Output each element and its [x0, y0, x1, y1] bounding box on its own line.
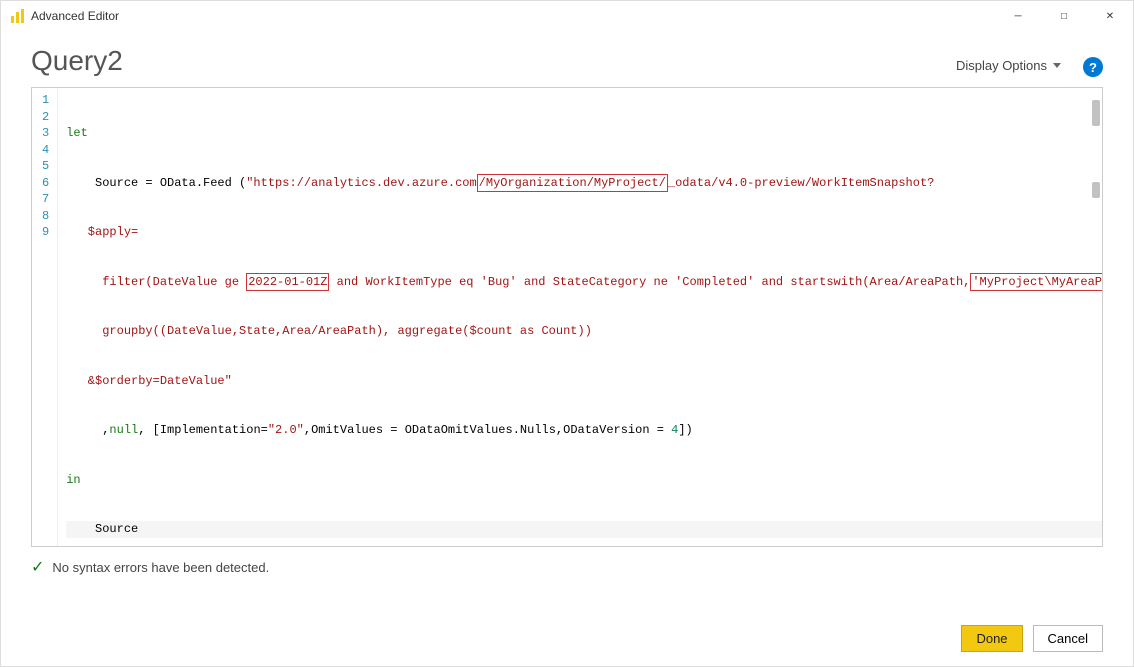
- header: Query2 Display Options ?: [1, 31, 1133, 87]
- code-token: ,: [66, 423, 109, 437]
- done-button[interactable]: Done: [961, 625, 1022, 652]
- line-number-gutter: 1 2 3 4 5 6 7 8 9: [32, 88, 58, 546]
- code-token: null: [109, 423, 138, 437]
- line-number: 2: [42, 109, 49, 126]
- code-token: and WorkItemType eq 'Bug' and StateCateg…: [329, 275, 970, 289]
- line-number: 9: [42, 224, 49, 241]
- highlight-areapath: 'MyProject\MyAreaPath'))/: [970, 273, 1102, 292]
- code-token: groupby((DateValue,State,Area/AreaPath),…: [66, 324, 592, 338]
- code-editor[interactable]: 1 2 3 4 5 6 7 8 9 let Source = OData.Fee…: [31, 87, 1103, 547]
- powerbi-logo-icon: [11, 9, 25, 23]
- line-number: 1: [42, 92, 49, 109]
- code-token: ]): [678, 423, 692, 437]
- line-number: 4: [42, 142, 49, 159]
- query-name-title: Query2: [31, 45, 123, 77]
- close-button[interactable]: ✕: [1087, 1, 1133, 31]
- highlight-org-project: /MyOrganization/MyProject/: [477, 174, 668, 193]
- maximize-button[interactable]: □: [1041, 1, 1087, 31]
- chevron-down-icon: [1053, 63, 1061, 68]
- code-token: in: [66, 473, 80, 487]
- code-token: _odata/v4.0-preview/WorkItemSnapshot?: [668, 176, 934, 190]
- code-token: Source = OData.Feed (: [66, 176, 246, 190]
- code-token: &$orderby=DateValue": [66, 374, 232, 388]
- line-number: 3: [42, 125, 49, 142]
- code-token: "https://analytics.dev.azure.com: [246, 176, 476, 190]
- code-token: $apply=: [66, 225, 138, 239]
- line-number: 7: [42, 191, 49, 208]
- display-options-dropdown[interactable]: Display Options: [950, 54, 1067, 77]
- scrollbar-vertical[interactable]: [1086, 90, 1100, 544]
- display-options-label: Display Options: [956, 58, 1047, 73]
- code-area[interactable]: let Source = OData.Feed ("https://analyt…: [58, 88, 1102, 546]
- code-token: let: [66, 126, 88, 140]
- check-icon: ✓: [31, 557, 44, 577]
- scrollbar-thumb[interactable]: [1092, 182, 1100, 198]
- code-token: , [Implementation=: [138, 423, 268, 437]
- window-title: Advanced Editor: [31, 9, 119, 23]
- status-message: No syntax errors have been detected.: [52, 560, 269, 575]
- help-icon[interactable]: ?: [1083, 57, 1103, 77]
- footer-buttons: Done Cancel: [961, 625, 1103, 652]
- titlebar: Advanced Editor ─ □ ✕: [1, 1, 1133, 31]
- line-number: 5: [42, 158, 49, 175]
- code-token: Source: [66, 522, 138, 536]
- line-number: 8: [42, 208, 49, 225]
- code-token: filter(DateValue ge: [66, 275, 246, 289]
- highlight-date: 2022-01-01Z: [246, 273, 329, 292]
- scrollbar-thumb[interactable]: [1092, 100, 1100, 126]
- cancel-button[interactable]: Cancel: [1033, 625, 1103, 652]
- line-number: 6: [42, 175, 49, 192]
- code-token: ,OmitValues = ODataOmitValues.Nulls,ODat…: [304, 423, 671, 437]
- minimize-button[interactable]: ─: [995, 1, 1041, 31]
- code-token: "2.0": [268, 423, 304, 437]
- status-bar: ✓ No syntax errors have been detected.: [1, 547, 1133, 577]
